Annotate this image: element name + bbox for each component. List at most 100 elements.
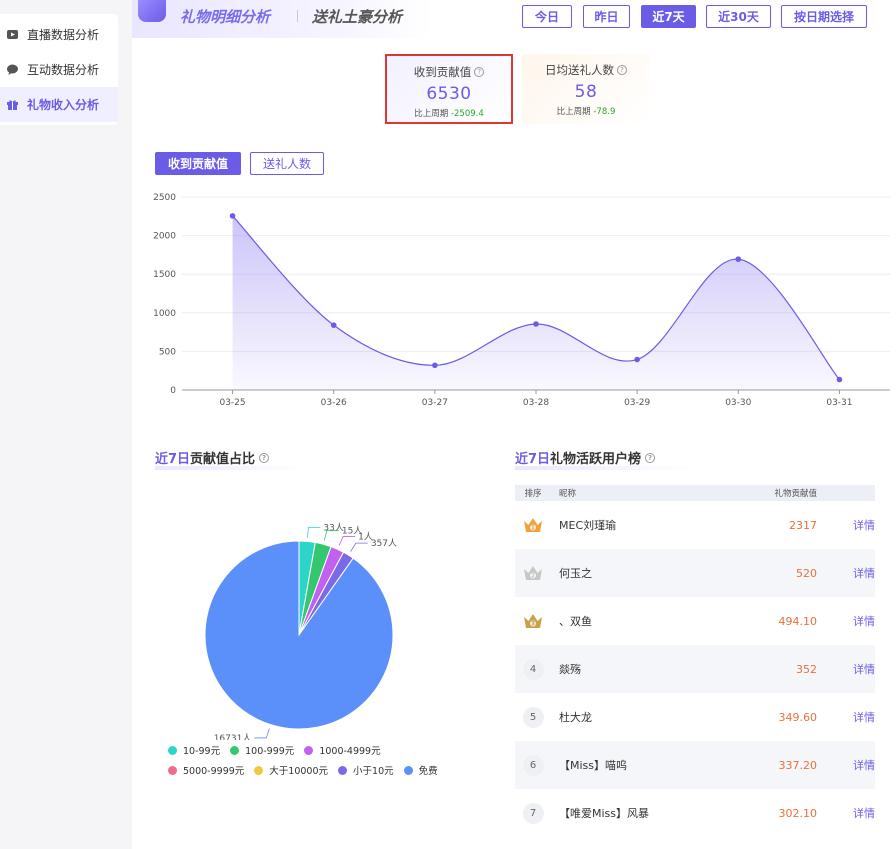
legend-item[interactable]: 100-999元: [230, 743, 294, 757]
summary-card-contribution: 收到贡献值 ? 6530 比上周期 -2509.4: [385, 54, 513, 124]
chat-icon: [6, 63, 19, 76]
pie-label-leader: [307, 527, 321, 538]
contribution-value: 302.10: [778, 806, 818, 820]
legend-item[interactable]: 5000-9999元: [168, 763, 244, 777]
detail-link[interactable]: 详情: [817, 565, 875, 581]
crown-icon: 3: [524, 614, 542, 628]
title-highlight: 近7日: [515, 452, 551, 467]
pie-data-label: 357人: [371, 538, 397, 549]
legend-item[interactable]: 10-99元: [168, 743, 220, 757]
title-rest: 礼物活跃用户榜: [550, 452, 642, 467]
data-point[interactable]: [735, 256, 742, 262]
sidebar-item-live-analysis[interactable]: 直播数据分析: [0, 17, 118, 52]
rank-number: 5: [522, 706, 544, 728]
range-today-button[interactable]: 今日: [522, 5, 572, 28]
rank-number: 6: [522, 754, 544, 776]
main-content: 礼物明细分析 送礼土豪分析 今日 昨日 近7天 近30天 按日期选择 收到贡献值…: [132, 0, 896, 849]
pie-label-leader: [338, 536, 356, 546]
legend-dot: [168, 765, 177, 775]
tab-gift-detail[interactable]: 礼物明细分析: [180, 6, 270, 27]
title-highlight: 近7日: [155, 452, 191, 467]
user-nickname: 、双鱼: [559, 615, 592, 628]
contribution-value: 337.20: [778, 758, 818, 772]
legend-label: 大于10000元: [269, 766, 329, 777]
range-7days-button[interactable]: 近7天: [641, 5, 696, 28]
user-nickname: MEC刘瑾瑜: [559, 519, 617, 532]
data-point[interactable]: [533, 321, 539, 327]
rank-table-body: 1 MEC刘瑾瑜 2317 详情 2 何玉之 520 详情 3 、双鱼 494.10 详情 4 燚殇 352…: [515, 501, 875, 837]
help-icon[interactable]: ?: [474, 67, 485, 77]
crown-icon: 1: [524, 518, 542, 532]
user-nickname: 杜大龙: [559, 711, 592, 724]
legend-item[interactable]: 1000-4999元: [304, 743, 381, 757]
x-tick-label: 03-28: [523, 398, 549, 408]
y-tick-label: 1000: [153, 309, 176, 319]
legend-item[interactable]: 大于10000元: [254, 763, 328, 777]
table-row: 4 燚殇 352 详情: [515, 645, 875, 693]
data-point[interactable]: [330, 322, 337, 328]
analysis-icon: [138, 0, 166, 22]
user-nickname: 何玉之: [559, 567, 592, 580]
legend-dot: [254, 765, 264, 775]
contribution-value: 520: [796, 566, 817, 580]
rank-table: 排序 昵称 礼物贡献值 1 MEC刘瑾瑜 2317 详情 2 何玉之 520 详情 3 、双鱼 49…: [515, 485, 875, 837]
video-icon: [6, 28, 19, 41]
help-icon[interactable]: ?: [259, 452, 270, 463]
data-point[interactable]: [634, 356, 640, 363]
top-bar: 礼物明细分析 送礼土豪分析 今日 昨日 近7天 近30天 按日期选择: [132, 0, 896, 38]
help-icon[interactable]: ?: [617, 65, 627, 75]
contribution-value: 352: [796, 662, 817, 676]
tab-divider: [297, 10, 298, 22]
card-value: 58: [574, 82, 598, 102]
card-label: 收到贡献值 ?: [387, 64, 511, 80]
legend-dot: [403, 765, 413, 775]
compare-label: 比上周期: [556, 107, 591, 117]
legend-label: 5000-9999元: [183, 766, 245, 777]
data-point[interactable]: [836, 376, 843, 383]
rank-cell: 6: [515, 754, 551, 776]
crown-icon: 2: [524, 566, 542, 580]
detail-link[interactable]: 详情: [817, 805, 875, 821]
detail-link[interactable]: 详情: [817, 517, 875, 533]
metric-contribution-button[interactable]: 收到贡献值: [155, 152, 241, 175]
rank-cell: 2: [515, 564, 551, 582]
rank-cell: 3: [515, 612, 551, 630]
pie-slice[interactable]: [204, 540, 394, 730]
compare-label: 比上周期: [414, 109, 449, 119]
rank-table-header: 排序 昵称 礼物贡献值: [515, 485, 875, 501]
detail-link[interactable]: 详情: [817, 757, 875, 773]
range-custom-date-button[interactable]: 按日期选择: [781, 5, 867, 28]
tab-tycoon[interactable]: 送礼土豪分析: [312, 6, 402, 27]
rank-number: 7: [522, 802, 544, 824]
help-icon[interactable]: ?: [645, 452, 656, 463]
data-point[interactable]: [229, 213, 236, 219]
detail-link[interactable]: 详情: [817, 709, 875, 725]
sidebar-item-gift-analysis[interactable]: 礼物收入分析: [0, 87, 118, 122]
legend-item[interactable]: 小于10元: [338, 763, 394, 777]
table-row: 2 何玉之 520 详情: [515, 549, 875, 597]
column-rank: 排序: [524, 489, 542, 499]
rank-number: 4: [522, 658, 544, 680]
data-point[interactable]: [432, 362, 438, 369]
legend-item[interactable]: 免费: [403, 763, 438, 777]
range-yesterday-button[interactable]: 昨日: [583, 5, 630, 28]
rank-cell: 1: [515, 516, 551, 534]
legend-dot: [304, 745, 314, 755]
y-tick-label: 2000: [153, 232, 176, 242]
y-tick-label: 500: [159, 347, 176, 357]
sidebar-item-interaction-analysis[interactable]: 互动数据分析: [0, 52, 118, 87]
detail-link[interactable]: 详情: [817, 661, 875, 677]
legend-label: 10-99元: [183, 746, 221, 757]
range-30days-button[interactable]: 近30天: [706, 5, 771, 28]
x-tick-label: 03-26: [321, 398, 347, 408]
table-row: 3 、双鱼 494.10 详情: [515, 597, 875, 645]
card-title: 日均送礼人数: [545, 63, 614, 77]
card-compare: 比上周期 -78.9: [522, 105, 650, 117]
pie-label-leader: [254, 728, 270, 739]
legend-label: 小于10元: [353, 766, 394, 777]
card-label: 日均送礼人数 ?: [522, 62, 650, 78]
table-row: 7 【唯爱Miss】风暴 302.10 详情: [515, 789, 875, 837]
metric-givers-button[interactable]: 送礼人数: [250, 152, 324, 175]
compare-value: -2509.4: [450, 109, 484, 119]
detail-link[interactable]: 详情: [817, 613, 875, 629]
